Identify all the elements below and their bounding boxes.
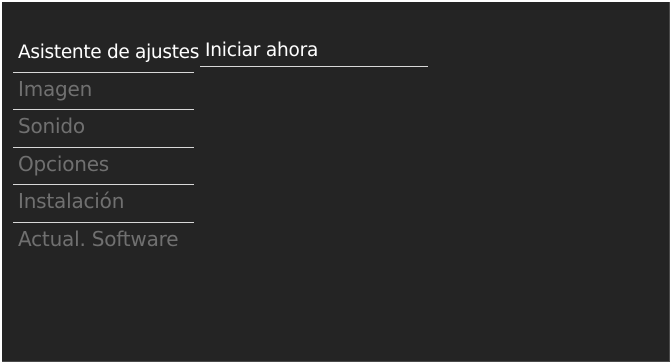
menu-item-software-update[interactable]: Actual. Software (13, 223, 193, 261)
menu-item-setup-assistant[interactable]: Asistente de ajustes (13, 35, 199, 73)
menu-item-label: Imagen (18, 76, 93, 101)
submenu-item-start-now[interactable]: Iniciar ahora (200, 35, 428, 67)
menu-item-label: Opciones (18, 151, 110, 176)
menu-item-sound[interactable]: Sonido (13, 110, 194, 148)
menu-item-picture[interactable]: Imagen (13, 73, 194, 111)
tv-settings-screen: Asistente de ajustes Imagen Sonido Opcio… (2, 2, 670, 362)
menu-item-options[interactable]: Opciones (13, 148, 194, 186)
menu-item-installation[interactable]: Instalación (13, 185, 194, 223)
menu-item-label: Instalación (18, 189, 125, 213)
menu-item-label: Sonido (18, 114, 85, 138)
menu-item-label: Asistente de ajustes (18, 42, 200, 63)
menu-item-label: Actual. Software (18, 226, 179, 251)
main-menu: Asistente de ajustes Imagen Sonido Opcio… (13, 35, 199, 261)
submenu-item-label: Iniciar ahora (205, 40, 319, 61)
sub-menu: Iniciar ahora (200, 35, 428, 67)
